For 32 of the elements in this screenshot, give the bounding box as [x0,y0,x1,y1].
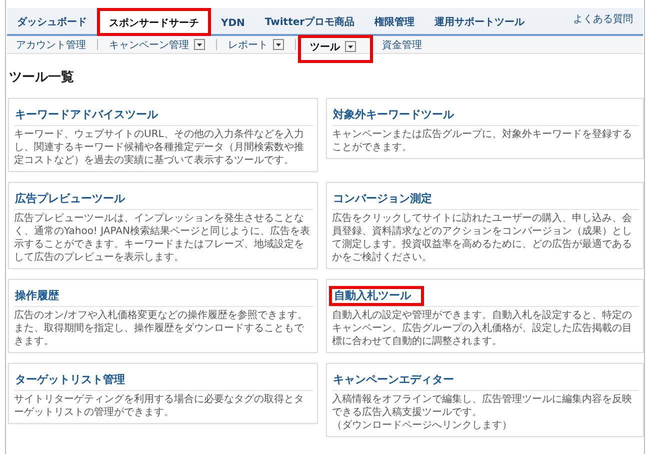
nav-tab[interactable]: 権限管理 [364,9,425,34]
subnav-item[interactable]: ツール [298,34,373,62]
tool-description: 広告をクリックしてサイトに訪れたユーザーの購入、申し込み、会員登録、資料請求などのアクションをコンバージョン（成果）として測定します。投資収益率を高めるために、どの広告が最適であるかをご検討ください。 [332,212,633,264]
nav-tab[interactable]: YDN [211,12,255,34]
tool-description: キーワード、ウェブサイトのURL、その他の入力条件などを入力し、関連するキーワード候補や各種推定データ（月間検索数や推定コストなど）を過去の実績に基づいて表示するツールです。 [14,128,305,167]
dropdown-icon[interactable] [273,39,284,50]
tool-title[interactable]: 対象外キーワードツール [332,107,455,122]
tool-title[interactable]: ターゲットリスト管理 [14,372,126,387]
subnav-item[interactable]: 資金管理 [373,36,431,54]
dropdown-icon[interactable] [194,39,205,50]
tool-title[interactable]: 広告プレビューツール [14,191,126,206]
tool-description: 自動入札の設定や管理ができます。自動入札を設定すると、特定のキャンペーン、広告グループの入札価格が、設定した広告掲載の目標に合わせて自動的に調整されます。 [332,309,633,348]
dropdown-icon[interactable] [345,41,356,52]
tool-description: サイトリターゲティングを利用する場合に必要なタグの取得とターゲットリストの管理ができます。 [14,393,305,419]
tool-description: 広告のオン/オフや入札価格変更などの操作履歴を参照できます。また、取得期間を指定し、操作履歴をダウンロードすることもできます。 [14,309,308,348]
subnav-item[interactable]: レポート [219,36,293,54]
subnav-item[interactable]: キャンペーン管理 [100,36,214,54]
tool-title[interactable]: キャンペーンエディター [332,372,455,387]
subnav-item[interactable]: アカウント管理 [7,36,95,54]
nav-tab[interactable]: 運用サポートツール [424,9,535,34]
nav-tab[interactable]: ダッシュボード [7,9,97,34]
nav-tab[interactable]: Twitterプロモ商品 [254,9,365,34]
tool-title[interactable]: キーワードアドバイスツール [14,107,159,122]
tool-description: 広告プレビューツールは、インプレッションを発生させることなく、通常のYahoo! JAPAN検索結果ページと同じように、広告を表示することができます。キーワードまたはフレーズ、地域設定をして広告のプレビューを表示します。 [14,212,311,264]
tool-title[interactable]: 操作履歴 [14,288,60,303]
tool-title[interactable]: コンバージョン測定 [332,191,433,206]
nav-tab[interactable]: スポンサードサーチ [97,8,211,36]
link-note: （ダウンロードページへリンクします） [332,419,513,432]
tool-description: キャンペーンまたは広告グループに、対象外キーワードを登録することができます。 [332,128,633,154]
tool-description: 入稿情報をオフラインで編集し、広告管理ツールに編集内容を反映できる広告入稿支援ツールです。 [332,393,633,419]
faq-link[interactable]: よくある質問 [563,12,643,34]
page-title: ツール一覧 [9,69,75,86]
